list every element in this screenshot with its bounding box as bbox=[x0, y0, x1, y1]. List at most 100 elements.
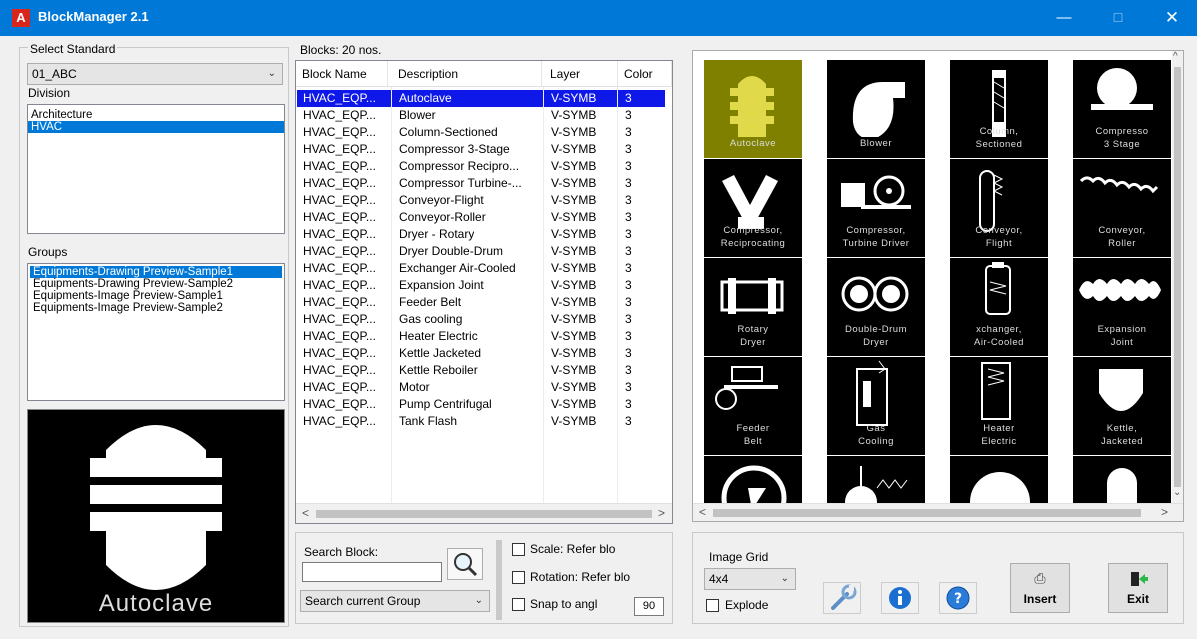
table-row[interactable]: HVAC_EQP... Heater Electric V-SYMB 3 bbox=[297, 328, 665, 345]
column-header[interactable]: Block Name bbox=[296, 61, 388, 87]
table-row[interactable]: HVAC_EQP... Blower V-SYMB 3 bbox=[297, 107, 665, 124]
block-thumbnail[interactable]: Kettle, Jacketed bbox=[1073, 357, 1171, 455]
column-header[interactable]: Layer bbox=[544, 61, 618, 87]
info-button[interactable] bbox=[881, 582, 919, 614]
table-cell: 3 bbox=[625, 414, 632, 428]
svg-text:?: ? bbox=[954, 591, 962, 607]
scroll-left-icon[interactable]: < bbox=[699, 505, 706, 519]
maximize-button[interactable]: ☐ bbox=[1095, 0, 1141, 36]
table-row[interactable]: HVAC_EQP... Compressor 3-Stage V-SYMB 3 bbox=[297, 141, 665, 158]
explode-checkbox[interactable] bbox=[706, 599, 719, 612]
block-thumbnail[interactable]: Column, Sectioned bbox=[950, 60, 1048, 158]
image-grid-select[interactable]: 4x4 ⌄ bbox=[704, 568, 796, 590]
blocks-table[interactable]: Block Name Description Layer Color HVAC_… bbox=[295, 60, 673, 524]
block-thumbnail[interactable]: Autoclave bbox=[704, 60, 802, 158]
search-scope-select[interactable]: Search current Group ⌄ bbox=[300, 590, 490, 612]
table-cell: HVAC_EQP... bbox=[303, 346, 376, 360]
group-item[interactable]: Equipments-Image Preview-Sample1 bbox=[30, 290, 284, 302]
scroll-up-icon[interactable]: ^ bbox=[1173, 51, 1178, 62]
minimize-button[interactable]: — bbox=[1041, 0, 1087, 36]
search-input[interactable] bbox=[302, 562, 442, 582]
insert-button[interactable]: ⎙ Insert bbox=[1010, 563, 1070, 613]
table-row[interactable]: HVAC_EQP... Column-Sectioned V-SYMB 3 bbox=[297, 124, 665, 141]
block-thumbnail[interactable]: Conveyor, Roller bbox=[1073, 159, 1171, 257]
snap-checkbox[interactable] bbox=[512, 598, 525, 611]
close-button[interactable]: ✕ bbox=[1149, 0, 1195, 36]
group-item[interactable]: Equipments-Drawing Preview-Sample1 bbox=[30, 266, 282, 278]
division-item-hvac[interactable]: HVAC bbox=[28, 121, 284, 133]
column-header[interactable]: Color bbox=[618, 61, 672, 87]
settings-button[interactable] bbox=[823, 582, 861, 614]
table-row[interactable]: HVAC_EQP... Tank Flash V-SYMB 3 bbox=[297, 413, 665, 430]
table-row[interactable]: HVAC_EQP... Conveyor-Roller V-SYMB 3 bbox=[297, 209, 665, 226]
column-header[interactable]: Description bbox=[392, 61, 542, 87]
table-row[interactable]: HVAC_EQP... Compressor Recipro... V-SYMB 3 bbox=[297, 158, 665, 175]
table-row[interactable]: HVAC_EQP... Dryer - Rotary V-SYMB 3 bbox=[297, 226, 665, 243]
grid-vertical-scrollbar[interactable]: ^ ⌄ bbox=[1172, 51, 1183, 503]
table-row[interactable]: HVAC_EQP... Kettle Reboiler V-SYMB 3 bbox=[297, 362, 665, 379]
table-row[interactable]: HVAC_EQP... Feeder Belt V-SYMB 3 bbox=[297, 294, 665, 311]
table-cell: 3 bbox=[625, 210, 632, 224]
table-row[interactable]: HVAC_EQP... Kettle Jacketed V-SYMB 3 bbox=[297, 345, 665, 362]
table-row[interactable]: HVAC_EQP... Motor V-SYMB 3 bbox=[297, 379, 665, 396]
scroll-thumb[interactable] bbox=[713, 509, 1141, 517]
scroll-right-icon[interactable]: > bbox=[658, 506, 665, 520]
block-thumbnail[interactable] bbox=[950, 456, 1048, 503]
help-button[interactable]: ? bbox=[939, 582, 977, 614]
preview-caption: Autoclave bbox=[98, 590, 214, 617]
block-thumbnail[interactable]: Compressor, Turbine Driver bbox=[827, 159, 925, 257]
division-list[interactable]: Architecture HVAC bbox=[27, 104, 285, 234]
block-thumbnail[interactable]: Conveyor, Flight bbox=[950, 159, 1048, 257]
table-row[interactable]: HVAC_EQP... Autoclave V-SYMB 3 bbox=[297, 90, 665, 107]
table-row[interactable]: HVAC_EQP... Compressor Turbine-... V-SYMB 3 bbox=[297, 175, 665, 192]
block-thumbnail[interactable] bbox=[827, 456, 925, 503]
table-row[interactable]: HVAC_EQP... Expansion Joint V-SYMB 3 bbox=[297, 277, 665, 294]
block-thumbnail[interactable]: Gas Cooling bbox=[827, 357, 925, 455]
table-row[interactable]: HVAC_EQP... Pump Centrifugal V-SYMB 3 bbox=[297, 396, 665, 413]
table-cell: HVAC_EQP... bbox=[303, 380, 376, 394]
block-thumbnail[interactable]: Expansion Joint bbox=[1073, 258, 1171, 356]
block-thumbnail[interactable]: Rotary Dryer bbox=[704, 258, 802, 356]
exit-button[interactable]: Exit bbox=[1108, 563, 1168, 613]
block-thumbnail[interactable] bbox=[1073, 456, 1171, 503]
image-grid-label: Image Grid bbox=[709, 550, 769, 564]
scroll-right-icon[interactable]: > bbox=[1161, 505, 1168, 519]
scroll-thumb[interactable] bbox=[1174, 67, 1181, 487]
block-thumbnail[interactable]: Double-Drum Dryer bbox=[827, 258, 925, 356]
block-symbol-icon bbox=[721, 465, 787, 503]
table-cell: Conveyor-Roller bbox=[399, 210, 486, 224]
rotation-checkbox[interactable] bbox=[512, 571, 525, 584]
table-horizontal-scrollbar[interactable]: < > bbox=[296, 503, 672, 523]
scale-checkbox[interactable] bbox=[512, 543, 525, 556]
thumbnail-caption: Compressor, bbox=[723, 225, 783, 236]
standard-select[interactable]: 01_ABC ⌄ bbox=[27, 63, 283, 85]
block-thumbnail[interactable]: Compressor, Reciprocating bbox=[704, 159, 802, 257]
grid-horizontal-scrollbar[interactable]: < > bbox=[693, 503, 1183, 521]
scroll-left-icon[interactable]: < bbox=[302, 506, 309, 520]
block-thumbnail[interactable]: xchanger, Air-Cooled bbox=[950, 258, 1048, 356]
search-button[interactable] bbox=[447, 548, 483, 580]
table-cell: V-SYMB bbox=[551, 329, 597, 343]
table-cell: HVAC_EQP... bbox=[303, 261, 376, 275]
group-item[interactable]: Equipments-Image Preview-Sample2 bbox=[30, 302, 284, 314]
division-item-architecture[interactable]: Architecture bbox=[28, 109, 284, 121]
table-row[interactable]: HVAC_EQP... Exchanger Air-Cooled V-SYMB 3 bbox=[297, 260, 665, 277]
table-cell: 3 bbox=[625, 397, 632, 411]
table-row[interactable]: HVAC_EQP... Dryer Double-Drum V-SYMB 3 bbox=[297, 243, 665, 260]
group-item[interactable]: Equipments-Drawing Preview-Sample2 bbox=[30, 278, 284, 290]
table-cell: V-SYMB bbox=[551, 397, 597, 411]
snap-angle-input[interactable]: 90 bbox=[634, 597, 664, 616]
block-thumbnail[interactable]: Feeder Belt bbox=[704, 357, 802, 455]
table-row[interactable]: HVAC_EQP... Gas cooling V-SYMB 3 bbox=[297, 311, 665, 328]
scroll-down-icon[interactable]: ⌄ bbox=[1173, 487, 1181, 498]
table-cell: Dryer - Rotary bbox=[399, 227, 475, 241]
groups-list[interactable]: Equipments-Drawing Preview-Sample1 Equip… bbox=[27, 263, 285, 401]
standard-select-value: 01_ABC bbox=[32, 67, 77, 81]
table-row[interactable]: HVAC_EQP... Conveyor-Flight V-SYMB 3 bbox=[297, 192, 665, 209]
block-thumbnail[interactable]: Blower bbox=[827, 60, 925, 158]
scroll-thumb[interactable] bbox=[316, 510, 652, 518]
block-thumbnail[interactable]: Heater Electric bbox=[950, 357, 1048, 455]
block-thumbnail[interactable]: Compresso 3 Stage bbox=[1073, 60, 1171, 158]
block-thumbnail[interactable] bbox=[704, 456, 802, 503]
thumbnail-caption: Dryer bbox=[863, 337, 889, 348]
